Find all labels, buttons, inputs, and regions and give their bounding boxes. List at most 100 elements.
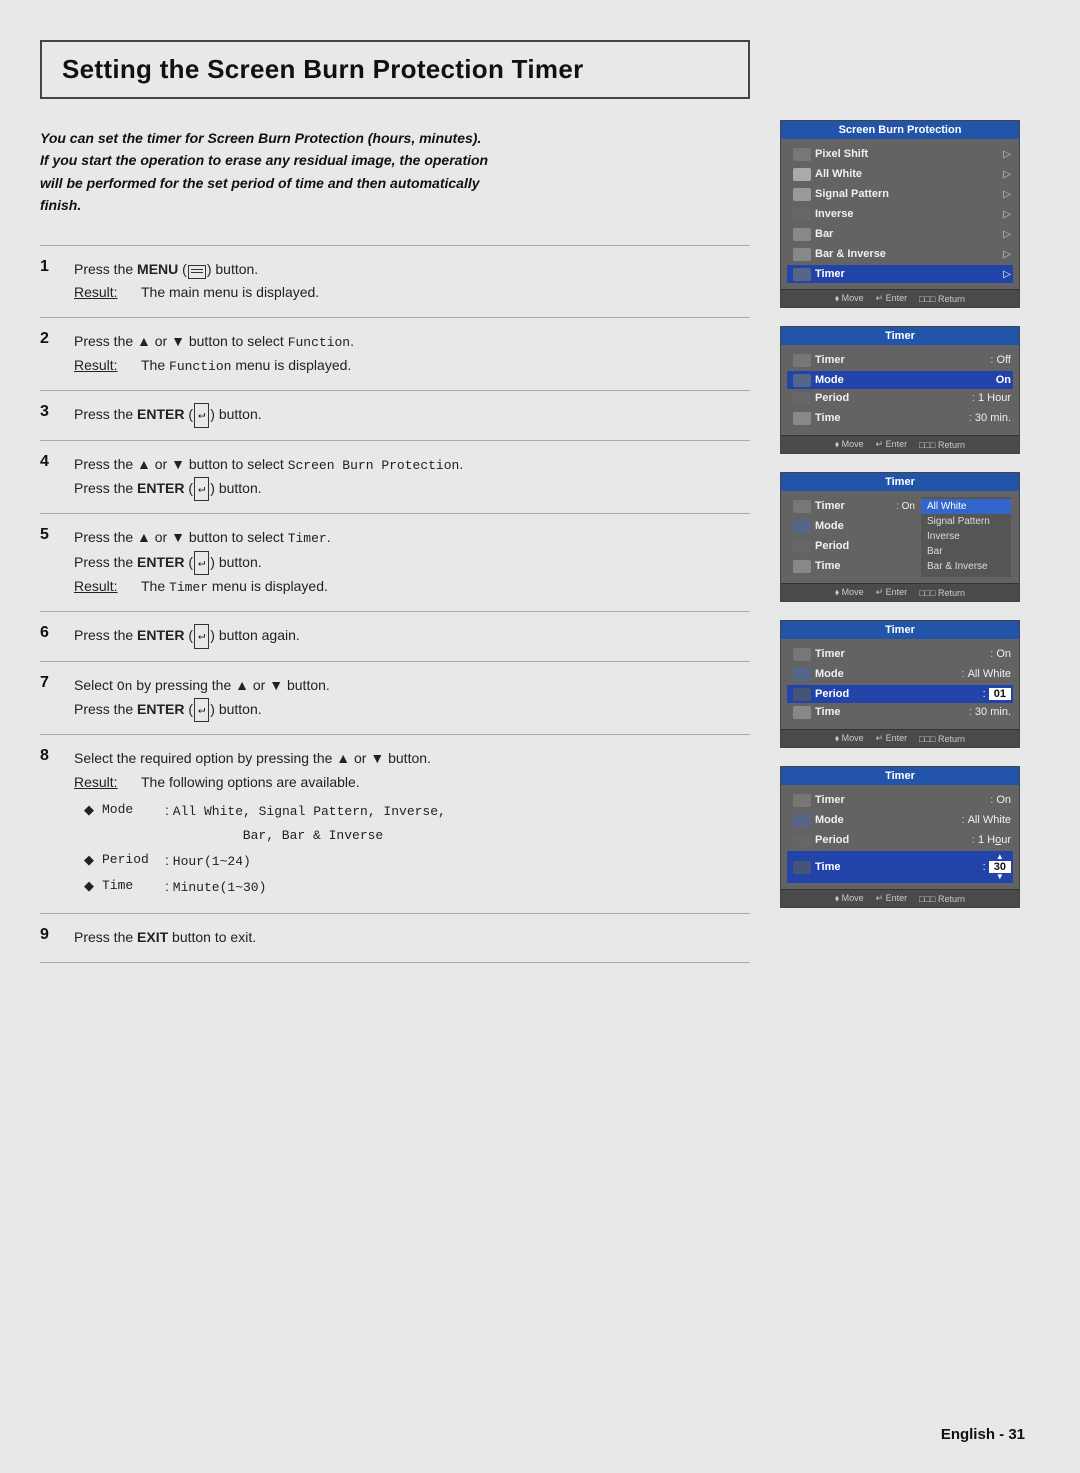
screen1-arrow-inverse: ▷ xyxy=(1003,209,1011,220)
screen5-label-mode: Mode xyxy=(815,814,958,826)
screen4-row-mode: Mode : All White xyxy=(789,665,1011,683)
screen3-footer-enter: ↵ Enter xyxy=(876,587,908,598)
screen5-body: Timer : On Mode : All White Period : 1 H… xyxy=(781,785,1019,889)
screen2-time-icon xyxy=(793,412,811,425)
ui-screen-1: Screen Burn Protection Pixel Shift ▷ All… xyxy=(780,120,1020,308)
screen4-row-time: Time : 30 min. xyxy=(789,703,1011,721)
screen5-arrow-down: ▼ xyxy=(996,873,1004,881)
screen3-colon-timer: : xyxy=(893,501,901,512)
right-col: Screen Burn Protection Pixel Shift ▷ All… xyxy=(780,40,1040,1413)
screen1-arrow-bar-inverse: ▷ xyxy=(1003,249,1011,260)
screen5-footer: ⬧ Move ↵ Enter □□□ Return xyxy=(781,889,1019,907)
screen3-option-inverse: Inverse xyxy=(921,529,1011,544)
page-footer: English - 31 xyxy=(941,1426,1025,1443)
screen1-label-all-white: All White xyxy=(815,168,999,180)
screen4-value-time: 30 min. xyxy=(975,706,1011,718)
screen1-row-pixel-shift: Pixel Shift ▷ xyxy=(789,145,1011,163)
screen3-option-signal-pattern: Signal Pattern xyxy=(921,514,1011,529)
screen1-row-bar: Bar ▷ xyxy=(789,225,1011,243)
screen4-value-timer: On xyxy=(996,648,1011,660)
screen4-mode-icon xyxy=(793,668,811,681)
step-content-7: Select On by pressing the ▲ or ▼ button.… xyxy=(70,661,750,735)
screen1-label-timer: Timer xyxy=(815,268,999,280)
screen3-value-timer: On xyxy=(902,501,915,512)
screen3-option-bar: Bar xyxy=(921,544,1011,559)
ui-screen-4: Timer Timer : On Mode : All White Period xyxy=(780,620,1020,748)
step-row-8: 8 Select the required option by pressing… xyxy=(40,735,750,914)
screen5-time-icon xyxy=(793,861,811,874)
screen2-value-period: 1 Hour xyxy=(978,392,1011,404)
screen5-title: Timer xyxy=(781,767,1019,785)
step-content-3: Press the ENTER (↵) button. xyxy=(70,391,750,440)
step-content-9: Press the EXIT button to exit. xyxy=(70,914,750,963)
step-num-3: 3 xyxy=(40,391,70,440)
ui-screen-5: Timer Timer : On Mode : All White Period xyxy=(780,766,1020,908)
screen5-value-mode: All White xyxy=(968,814,1011,826)
step-row-5: 5 Press the ▲ or ▼ button to select Time… xyxy=(40,514,750,612)
screen1-arrow-signal-pattern: ▷ xyxy=(1003,189,1011,200)
screen4-label-period: Period xyxy=(815,688,980,700)
screen2-mode-icon xyxy=(793,374,811,387)
screen1-footer: ⬧ Move ↵ Enter □□□ Return xyxy=(781,289,1019,307)
screen2-label-time: Time xyxy=(815,412,966,424)
screen2-value-time: 30 min. xyxy=(975,412,1011,424)
screen1-arrow-pixel-shift: ▷ xyxy=(1003,149,1011,160)
pixel-shift-icon xyxy=(793,148,811,161)
screen2-period-icon xyxy=(793,392,811,405)
screen5-footer-enter: ↵ Enter xyxy=(876,893,908,904)
page-title: Setting the Screen Burn Protection Timer xyxy=(62,54,728,85)
screen2-pixel-icon xyxy=(793,354,811,367)
step-num-9: 9 xyxy=(40,914,70,963)
screen4-label-mode: Mode xyxy=(815,668,958,680)
screen3-label-time: Time xyxy=(815,560,915,572)
screen1-label-bar: Bar xyxy=(815,228,999,240)
screen5-timer-icon xyxy=(793,794,811,807)
screen1-row-bar-inverse: Bar & Inverse ▷ xyxy=(789,245,1011,263)
screen5-row-mode: Mode : All White xyxy=(789,811,1011,829)
screen5-footer-move: ⬧ Move xyxy=(835,893,864,904)
screen3-mode-icon xyxy=(793,520,811,533)
screen2-label-mode: Mode xyxy=(815,374,990,386)
screen1-arrow-bar: ▷ xyxy=(1003,229,1011,240)
step-row-9: 9 Press the EXIT button to exit. xyxy=(40,914,750,963)
step-num-1: 1 xyxy=(40,245,70,318)
screen1-row-timer: Timer ▷ xyxy=(787,265,1013,283)
screen5-label-time: Time xyxy=(815,861,980,873)
step-num-2: 2 xyxy=(40,318,70,391)
step-row-4: 4 Press the ▲ or ▼ button to select Scre… xyxy=(40,440,750,514)
step-num-8: 8 xyxy=(40,735,70,914)
step-row-1: 1 Press the MENU () button. Result: The … xyxy=(40,245,750,318)
screen4-value-mode: All White xyxy=(968,668,1011,680)
screen3-label-timer: Timer xyxy=(815,500,893,512)
screen3-label-period: Period xyxy=(815,540,915,552)
screen3-row-timer: Timer : On xyxy=(789,497,915,515)
all-white-icon xyxy=(793,168,811,181)
screen3-footer: ⬧ Move ↵ Enter □□□ Return xyxy=(781,583,1019,601)
bar-icon xyxy=(793,228,811,241)
screen1-row-signal-pattern: Signal Pattern ▷ xyxy=(789,185,1011,203)
step-num-4: 4 xyxy=(40,440,70,514)
screen3-period-icon xyxy=(793,540,811,553)
inverse-icon xyxy=(793,208,811,221)
timer-icon xyxy=(793,268,811,281)
screen1-footer-enter: ↵ Enter xyxy=(876,293,908,304)
screen2-label-period: Period xyxy=(815,392,969,404)
screen2-body: Timer : Off Mode On Period : 1 Hour xyxy=(781,345,1019,435)
screen3-row-time: Time xyxy=(789,557,915,575)
screen4-period-icon xyxy=(793,688,811,701)
screen5-label-period: Period xyxy=(815,834,969,846)
screen4-time-icon xyxy=(793,706,811,719)
signal-pattern-icon xyxy=(793,188,811,201)
step-row-6: 6 Press the ENTER (↵) button again. xyxy=(40,612,750,661)
screen1-label-signal-pattern: Signal Pattern xyxy=(815,188,999,200)
screen3-options: All White Signal Pattern Inverse Bar Bar… xyxy=(921,497,1011,577)
screen2-row-mode: Mode On xyxy=(787,371,1013,389)
screen2-row-timer-icon: Timer : Off xyxy=(789,351,1011,369)
screen4-row-timer: Timer : On xyxy=(789,645,1011,663)
step-row-7: 7 Select On by pressing the ▲ or ▼ butto… xyxy=(40,661,750,735)
screen3-timer-icon xyxy=(793,500,811,513)
step-num-6: 6 xyxy=(40,612,70,661)
screen5-label-timer: Timer xyxy=(815,794,987,806)
screen5-row-timer: Timer : On xyxy=(789,791,1011,809)
screen2-footer-return: □□□ Return xyxy=(919,439,965,450)
